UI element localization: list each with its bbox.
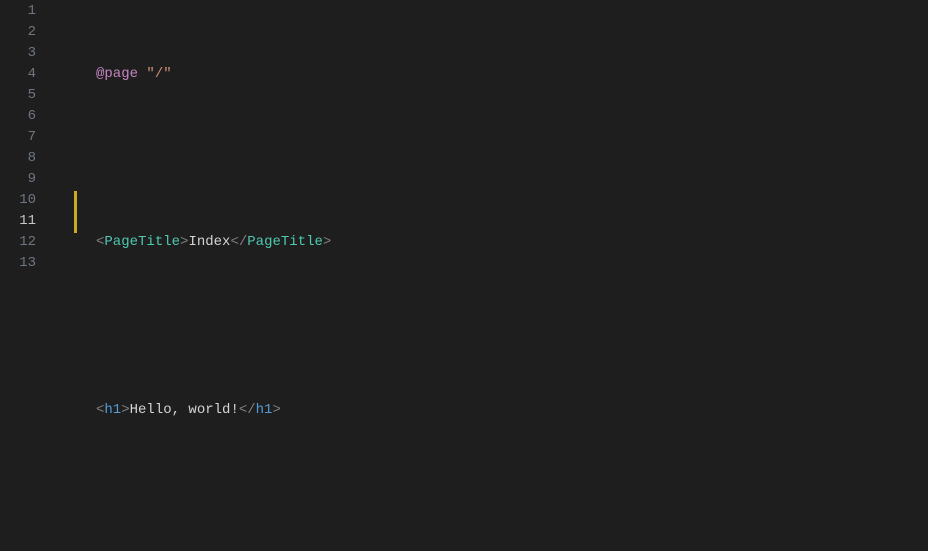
line-number[interactable]: 10 [0,190,58,211]
component-tag: PageTitle [247,234,323,250]
code-line[interactable] [96,484,928,505]
line-number[interactable]: 7 [0,127,58,148]
angle-close: > [323,234,331,250]
line-number[interactable]: 13 [0,253,58,274]
text-content: Hello, world! [130,402,239,418]
component-tag: PageTitle [104,234,180,250]
code-area[interactable]: @page "/" <PageTitle>Index</PageTitle> <… [58,0,928,551]
line-number[interactable]: 8 [0,148,58,169]
line-number[interactable]: 3 [0,43,58,64]
code-line[interactable] [96,148,928,169]
page-path: "/" [146,66,171,82]
code-editor[interactable]: 1 2 3 4 5 6 7 8 9 10 11 12 13 @page "/" … [0,0,928,551]
code-line[interactable]: <PageTitle>Index</PageTitle> [96,232,928,253]
line-number-current[interactable]: 11 [0,211,58,232]
line-number[interactable]: 1 [0,1,58,22]
line-number-gutter[interactable]: 1 2 3 4 5 6 7 8 9 10 11 12 13 [0,0,58,551]
line-number[interactable]: 4 [0,64,58,85]
line-number[interactable]: 9 [0,169,58,190]
code-line[interactable]: @page "/" [96,64,928,85]
html-tag: h1 [104,402,121,418]
angle-close: > [272,402,280,418]
angle-close: > [121,402,129,418]
angle-open-slash: </ [230,234,247,250]
line-number[interactable]: 2 [0,22,58,43]
text-content: Index [188,234,230,250]
line-number[interactable]: 12 [0,232,58,253]
angle-open-slash: </ [239,402,256,418]
line-number[interactable]: 5 [0,85,58,106]
html-tag: h1 [256,402,273,418]
line-number[interactable]: 6 [0,106,58,127]
code-line[interactable]: <h1>Hello, world!</h1> [96,400,928,421]
directive-name: page [104,66,138,82]
code-line[interactable] [96,316,928,337]
